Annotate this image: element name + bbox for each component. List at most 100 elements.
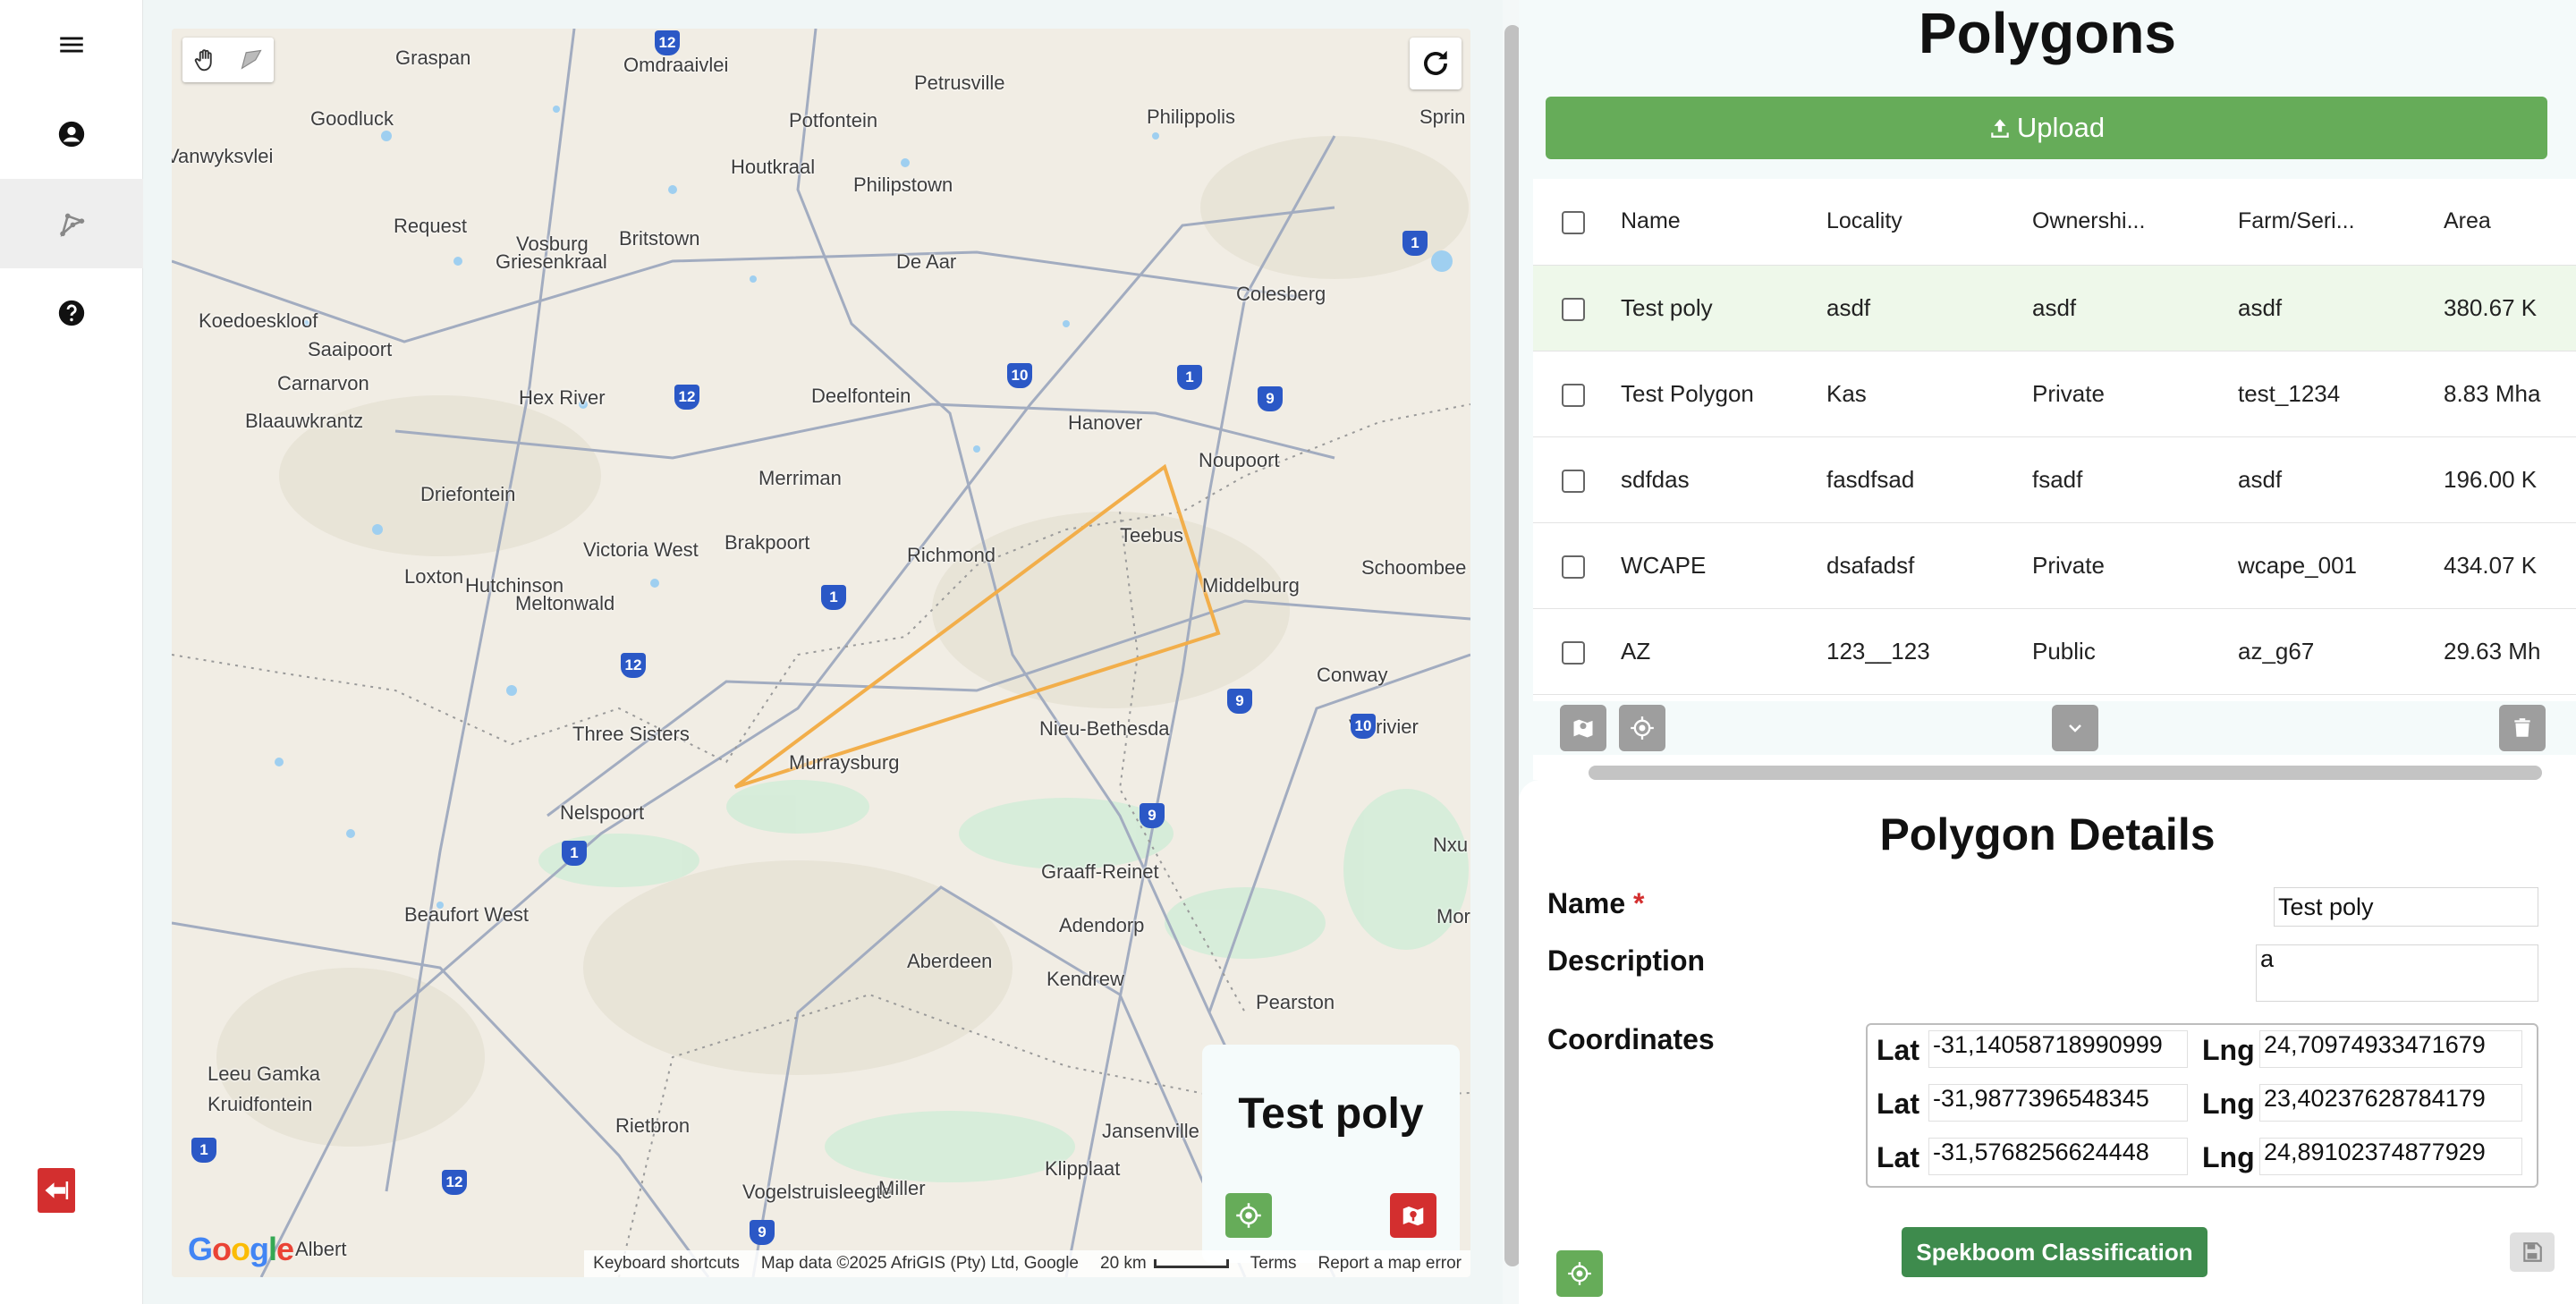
download-dropdown-button[interactable] — [2052, 705, 2098, 751]
logout-button[interactable] — [38, 1168, 75, 1213]
cell-ownership: Public — [2032, 608, 2238, 695]
map-canvas[interactable]: Graspan Omdraaivlei Petrusville Goodluck Pot… — [172, 29, 1470, 1277]
table-toolbar — [1533, 701, 2576, 755]
city-label: Carnarvon — [277, 372, 369, 394]
save-icon — [2523, 1242, 2542, 1262]
show-on-map-button[interactable] — [1560, 705, 1606, 751]
google-logo: Google — [188, 1231, 294, 1267]
city-label: Driefontein — [420, 483, 516, 505]
table-row[interactable]: AZ 123__123 Public az_g67 29.63 Mh — [1533, 608, 2576, 695]
cell-ownership: Private — [2032, 522, 2238, 609]
account-button[interactable] — [0, 89, 143, 179]
upload-button[interactable]: Upload — [1546, 97, 2547, 159]
crosshair-icon — [1631, 716, 1654, 740]
city-label: Three Sisters — [572, 723, 690, 745]
route-shield: 12 — [674, 385, 699, 410]
table-horizontal-scrollbar[interactable] — [1589, 766, 2542, 780]
lng-input[interactable]: 24,70974933471679 — [2259, 1030, 2522, 1068]
city-label: Colesberg — [1236, 283, 1326, 305]
city-label: Richmond — [907, 544, 996, 566]
name-label: Name * — [1547, 887, 1645, 919]
lat-label: Lat — [1877, 1141, 1919, 1173]
city-label: Rietbron — [615, 1114, 691, 1137]
city-label: Vanwyksvlei — [172, 145, 274, 167]
route-shield: 12 — [442, 1170, 467, 1195]
city-label: Graaff-Reinet — [1041, 860, 1159, 883]
cell-locality: fasdfsad — [1826, 436, 2032, 523]
cell-name: sdfdas — [1621, 436, 1826, 523]
polygons-nav-button[interactable] — [0, 179, 143, 268]
column-header-ownership[interactable]: Ownershi... — [2032, 179, 2238, 266]
save-button[interactable] — [2510, 1232, 2555, 1272]
city-label: Britstown — [619, 227, 700, 250]
delete-selected-button[interactable] — [2499, 705, 2546, 751]
column-header-area[interactable]: Area — [2444, 179, 2576, 266]
cell-ownership: asdf — [2032, 265, 2238, 351]
city-label: Griesenkraal — [496, 250, 607, 273]
lat-input[interactable]: -31,5768256624448 — [1928, 1138, 2188, 1175]
city-label: Petrusville — [914, 72, 1005, 94]
locate-polygon-button[interactable] — [1225, 1193, 1272, 1238]
report-map-error-link[interactable]: Report a map error — [1318, 1254, 1462, 1274]
cell-ownership: Private — [2032, 351, 2238, 437]
drawing-tools — [182, 38, 274, 82]
city-label: Brakpoort — [724, 531, 810, 554]
row-checkbox[interactable] — [1562, 297, 1585, 321]
cell-name: Test poly — [1621, 265, 1826, 351]
draw-polygon-tool-button[interactable] — [233, 41, 270, 79]
name-field[interactable]: Test poly — [2274, 887, 2538, 927]
lat-input[interactable]: -31,9877396548345 — [1928, 1084, 2188, 1122]
lng-input[interactable]: 24,89102374877929 — [2259, 1138, 2522, 1175]
city-label: Noupoort — [1199, 449, 1280, 471]
column-header-locality[interactable]: Locality — [1826, 179, 2032, 266]
city-label: Klipplaat — [1045, 1157, 1121, 1180]
coordinates-list: Lat -31,14058718990999 Lng 24,7097493347167… — [1866, 1023, 2538, 1188]
spekboom-classification-button[interactable]: Spekboom Classification — [1902, 1227, 2207, 1277]
city-label: Mor — [1436, 905, 1470, 927]
cell-farm: wcape_001 — [2238, 522, 2444, 609]
city-label: Philipstown — [853, 174, 953, 196]
column-header-name[interactable]: Name — [1621, 179, 1826, 266]
route-shield: 1 — [191, 1138, 216, 1163]
cell-farm: asdf — [2238, 436, 2444, 523]
scale-bar[interactable]: 20 km — [1100, 1254, 1229, 1274]
table-row[interactable]: Test Polygon Kas Private test_1234 8.83 Mha — [1533, 351, 2576, 437]
route-shield: 9 — [1140, 803, 1165, 828]
pan-tool-button[interactable] — [187, 41, 225, 79]
menu-button[interactable] — [0, 0, 143, 89]
help-icon — [58, 300, 85, 326]
city-label: Vogelstruisleegte — [742, 1181, 893, 1203]
table-row[interactable]: Test poly asdf asdf asdf 380.67 K — [1533, 265, 2576, 351]
city-label: Teebus — [1120, 524, 1183, 546]
table-row[interactable]: sdfdas fasdfsad fsadf asdf 196.00 K — [1533, 436, 2576, 523]
row-checkbox[interactable] — [1562, 383, 1585, 407]
city-label: Victoria West — [583, 538, 699, 561]
reset-map-button[interactable] — [1410, 38, 1462, 89]
city-label: Adendorp — [1059, 914, 1145, 936]
keyboard-shortcuts-link[interactable]: Keyboard shortcuts — [593, 1254, 740, 1274]
row-checkbox[interactable] — [1562, 469, 1585, 493]
city-label: Graspan — [395, 47, 471, 69]
locate-selected-button[interactable] — [1619, 705, 1665, 751]
cell-locality: asdf — [1826, 265, 2032, 351]
description-field[interactable]: a — [2256, 944, 2538, 1002]
coordinates-label: Coordinates — [1547, 1023, 1715, 1055]
city-label: Saaipoort — [308, 338, 393, 360]
map-icon — [1573, 719, 1593, 738]
help-button[interactable] — [0, 268, 143, 358]
cell-area: 8.83 Mha — [2444, 351, 2576, 437]
column-header-farm[interactable]: Farm/Seri... — [2238, 179, 2444, 266]
route-shield: 1 — [1177, 365, 1202, 390]
row-checkbox[interactable] — [1562, 555, 1585, 579]
select-all-checkbox[interactable] — [1562, 210, 1585, 234]
lat-input[interactable]: -31,14058718990999 — [1928, 1030, 2188, 1068]
locate-details-button[interactable] — [1556, 1250, 1603, 1297]
terms-link[interactable]: Terms — [1250, 1254, 1297, 1274]
remove-from-map-button[interactable] — [1390, 1193, 1436, 1238]
table-row[interactable]: WCAPE dsafadsf Private wcape_001 434.07 K — [1533, 522, 2576, 609]
city-label: Miller — [878, 1177, 926, 1199]
cell-locality: 123__123 — [1826, 608, 2032, 695]
row-checkbox[interactable] — [1562, 640, 1585, 665]
city-label: Hex River — [519, 386, 606, 409]
lng-input[interactable]: 23,40237628784179 — [2259, 1084, 2522, 1122]
